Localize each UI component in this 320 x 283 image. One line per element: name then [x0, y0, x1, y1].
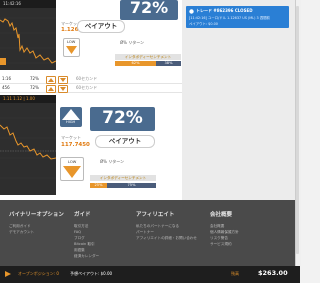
- sentiment-down-bar: 38%: [156, 61, 181, 66]
- payout-percent: 72%: [90, 107, 155, 131]
- footer-link[interactable]: 私たちのパートナーになる: [136, 224, 179, 229]
- list-item[interactable]: 456 72% 60セカンド: [0, 84, 182, 93]
- notification-detail: [11:42:16] ユーロ/ドル 1.12637 US (ML) 3 週間前: [189, 16, 270, 20]
- row-pct: 72%: [30, 85, 39, 90]
- footer-link[interactable]: アフィリエイトの詳細・お問い合わせ: [136, 236, 197, 241]
- price-chart-bottom[interactable]: 1.11 1.12 | 1.00: [0, 95, 56, 195]
- footer-link[interactable]: デモアカウント: [9, 230, 34, 235]
- row-up-button[interactable]: [46, 85, 56, 93]
- payout-percent: 72%: [120, 0, 178, 20]
- down-arrow-icon: [63, 166, 81, 178]
- high-label: HIGH: [66, 120, 76, 124]
- footer-heading: 会社概要: [210, 212, 233, 218]
- sentiment-up-bar: 62%: [115, 61, 156, 66]
- row-up-button[interactable]: [46, 76, 56, 84]
- footer-link[interactable]: リスク警告: [210, 236, 228, 241]
- return-text: Ø% リターン: [100, 159, 125, 164]
- return-text: Ø% リターン: [120, 40, 145, 45]
- price-line-top: [0, 17, 56, 65]
- payout-label: ペイアウト: [95, 135, 155, 148]
- scrollbar-thumb[interactable]: [296, 6, 299, 254]
- market-label: マーケット: [61, 135, 81, 140]
- footer-link[interactable]: 個人情報保護方針: [210, 230, 239, 235]
- high-button[interactable]: HIGH: [60, 107, 82, 127]
- row-time: 1:16: [2, 76, 11, 81]
- row-duration: 60セカンド: [76, 85, 98, 90]
- payout-label: ペイアウト: [77, 20, 125, 33]
- footer-link[interactable]: 経済カレンダー: [74, 254, 99, 259]
- footer-link[interactable]: 取引方法: [74, 224, 88, 229]
- footer-heading: バイナリーオプション: [9, 212, 64, 218]
- sentiment-label: インタボディーセンチメント: [115, 54, 181, 60]
- balance-value: $263.00: [258, 269, 288, 277]
- footer-link[interactable]: パートナー: [136, 230, 154, 235]
- footer-link[interactable]: FAQ: [74, 230, 81, 234]
- open-positions[interactable]: オープンポジション: 0: [18, 271, 59, 277]
- low-button[interactable]: LOW: [63, 38, 80, 57]
- play-icon[interactable]: [5, 271, 11, 277]
- price-marker: [0, 58, 6, 65]
- sentiment-down-bar: 75%: [107, 183, 156, 188]
- trade-notification[interactable]: トレード #862396 CLOSED [11:42:16] ユーロ/ドル 1.…: [186, 6, 289, 28]
- row-pct: 72%: [30, 76, 39, 81]
- low-button[interactable]: LOW: [60, 157, 84, 181]
- footer-link[interactable]: ブログ: [74, 236, 85, 241]
- market-rate: 117.7450: [61, 142, 90, 148]
- footer-link[interactable]: 用語集: [74, 248, 85, 253]
- notification-title: トレード #862396 CLOSED: [196, 8, 253, 13]
- trade-card-bottom: 1.11 1.12 | 1.00 HIGH 72% マーケット 117.7450…: [0, 95, 182, 200]
- footer-heading: アフィリエイト: [136, 212, 175, 218]
- chart-header: 1.11 1.12 | 1.00: [0, 95, 56, 103]
- list-item[interactable]: 1:16 72% 60セカンド: [0, 75, 182, 84]
- footer-link[interactable]: Bitcoin 取引: [74, 242, 95, 247]
- sentiment-up-bar: 25%: [90, 183, 107, 188]
- low-label: LOW: [68, 160, 77, 164]
- trade-card-top: 11:42:16 72% マーケット 1.12637 ペイアウト LOW Ø% …: [0, 0, 182, 73]
- row-down-button[interactable]: [58, 85, 68, 93]
- expected-payout: 予想ペイアウト: $0.00: [70, 271, 113, 276]
- info-icon: [189, 9, 194, 14]
- down-arrow-icon: [66, 46, 77, 54]
- footer-link[interactable]: 会社概要: [210, 224, 224, 229]
- notification-payout: ペイアウト: $0.00: [189, 22, 218, 26]
- right-panel: [182, 0, 295, 200]
- row-duration: 60セカンド: [76, 76, 98, 81]
- sentiment-label: インタボディーセンチメント: [90, 175, 156, 181]
- account-status-bar: オープンポジション: 0 予想ペイアウト: $0.00 残高 $263.00: [0, 266, 300, 283]
- footer: バイナリーオプション ご利用ガイド デモアカウント ガイド 取引方法 FAQ ブ…: [0, 200, 295, 266]
- footer-link[interactable]: ご利用ガイド: [9, 224, 31, 229]
- low-label: LOW: [67, 40, 76, 44]
- balance-label: 残高: [231, 271, 239, 276]
- row-time: 456: [2, 85, 10, 90]
- footer-link[interactable]: サービス規約: [210, 242, 232, 247]
- price-chart-top[interactable]: 11:42:16: [0, 0, 56, 70]
- price-line-bottom: [0, 117, 56, 179]
- footer-heading: ガイド: [74, 212, 91, 218]
- row-down-button[interactable]: [58, 76, 68, 84]
- chart-time: 11:42:16: [0, 0, 56, 8]
